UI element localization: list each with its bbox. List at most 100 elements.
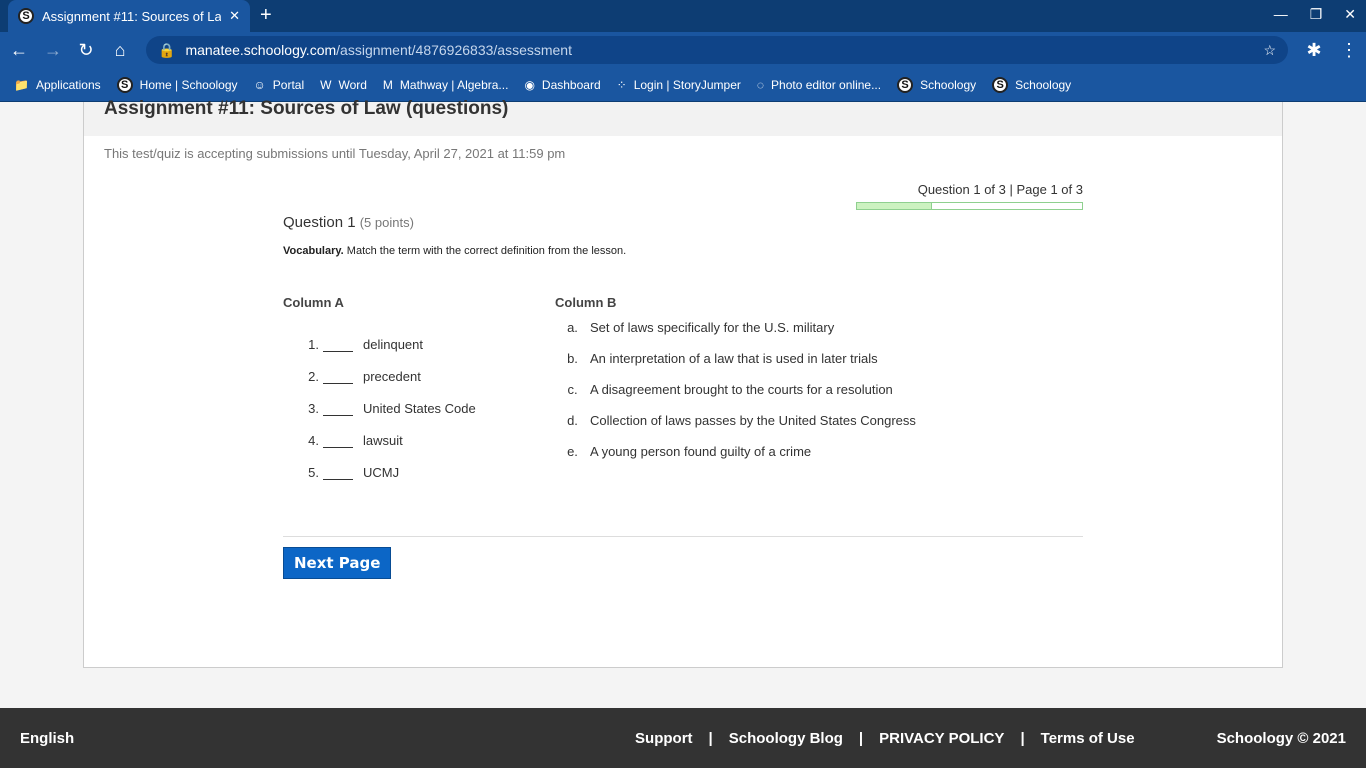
column-b: Column B a. Set of laws specifically for t… <box>555 295 916 480</box>
bookmark-icon: S <box>116 76 133 93</box>
definition-letter: d. <box>567 413 578 428</box>
term-number: 2. <box>308 369 319 384</box>
minimize-icon[interactable]: — <box>1274 6 1288 23</box>
bookmark-icon: 📁 <box>14 77 29 92</box>
term-text: precedent <box>363 369 421 384</box>
term-row: 3. United States Code <box>283 384 555 416</box>
menu-icon[interactable]: ⋮ <box>1340 40 1358 61</box>
close-window-icon[interactable]: ✕ <box>1344 6 1356 23</box>
term-text: United States Code <box>363 401 476 416</box>
definition-text: An interpretation of a law that is used … <box>590 351 878 366</box>
term-text: delinquent <box>363 337 423 352</box>
bookmark-icon: ⁘ <box>616 77 627 92</box>
term-row: 2. precedent <box>283 352 555 384</box>
assignment-card: Assignment #11: Sources of Law (question… <box>83 99 1283 668</box>
bookmark-label: Home | Schoology <box>139 77 238 92</box>
answer-blank[interactable] <box>323 364 353 384</box>
answer-blank[interactable] <box>323 396 353 416</box>
bookmark-label: Schoology <box>920 77 977 92</box>
bookmark-item[interactable]: S Schoology <box>897 76 977 93</box>
definition-letter: a. <box>567 320 578 335</box>
bookmark-label: Login | StoryJumper <box>633 77 741 92</box>
close-tab-icon[interactable]: ✕ <box>229 8 240 24</box>
page-title: Assignment #11: Sources of Law (question… <box>84 99 1282 136</box>
schoology-icon: S <box>18 8 34 24</box>
definition-letter: c. <box>567 382 578 397</box>
term-row: 1. delinquent <box>283 320 555 352</box>
tab-strip: S Assignment #11: Sources of Law (questio… <box>0 0 1366 32</box>
footer-separator: | <box>858 729 864 747</box>
progress-bar <box>856 202 1083 210</box>
forward-icon[interactable]: → <box>44 40 62 61</box>
browser-tab[interactable]: S Assignment #11: Sources of Law (questio… <box>8 0 250 32</box>
definition-text: A disagreement brought to the courts for… <box>590 382 893 397</box>
bookmark-item[interactable]: M Mathway | Algebra... <box>383 78 509 92</box>
term-number: 5. <box>308 465 319 480</box>
bookmark-icon: ◉ <box>524 77 535 92</box>
lock-icon: 🔒 <box>158 41 176 58</box>
restore-icon[interactable]: ❐ <box>1310 6 1323 23</box>
footer-link[interactable]: Schoology Blog <box>729 730 843 747</box>
footer-separator: | <box>708 729 713 747</box>
bookmark-icon: S <box>897 76 914 93</box>
answer-blank[interactable] <box>323 428 353 448</box>
url-domain: manatee.schoology.com <box>185 42 337 58</box>
bookmark-label: Dashboard <box>541 77 601 92</box>
bookmark-item[interactable]: S Schoology <box>992 76 1072 93</box>
bookmark-item[interactable]: ⁘ Login | StoryJumper <box>617 78 741 92</box>
footer-link[interactable]: PRIVACY POLICY <box>879 730 1004 747</box>
definition-text: Set of laws specifically for the U.S. mi… <box>590 320 835 335</box>
bookmark-icon: M <box>382 77 393 92</box>
bookmark-icon: ◌ <box>756 77 765 92</box>
deadline-text: This test/quiz is accepting submissions … <box>104 146 566 161</box>
column-a-header: Column A <box>283 295 344 310</box>
bookmark-icon: S <box>992 76 1009 93</box>
question: Question 1 (5 points) Vocabulary. Match … <box>283 214 1083 480</box>
progress: Question 1 of 3 | Page 1 of 3 <box>856 182 1083 210</box>
next-page-button[interactable]: Next Page <box>283 547 392 579</box>
new-tab-button[interactable]: + <box>260 4 272 27</box>
definition-letter: b. <box>567 351 578 366</box>
term-text: UCMJ <box>363 465 400 480</box>
extensions-icon[interactable]: ✱ <box>1306 40 1322 61</box>
instruction-label: Vocabulary. <box>283 245 344 257</box>
progress-text: Question 1 of 3 | Page 1 of 3 <box>917 182 1083 197</box>
tab-title: Assignment #11: Sources of Law (question… <box>42 8 222 24</box>
answer-blank[interactable] <box>323 460 353 480</box>
definition-text: Collection of laws passes by the United … <box>590 413 916 428</box>
footer-link[interactable]: Support <box>635 730 693 747</box>
copyright: Schoology © 2021 <box>1216 729 1346 747</box>
bookmark-item[interactable]: ☺ Portal <box>254 78 305 92</box>
back-icon[interactable]: ← <box>10 40 28 61</box>
bookmark-label: Portal <box>272 77 305 92</box>
bookmarks-bar: 📁 Applications S Home | Schoology ☺ Portal W Wo… <box>0 68 1366 102</box>
term-text: lawsuit <box>363 433 403 448</box>
term-number: 3. <box>308 401 319 416</box>
definition-row: e. A young person found guilty of a crime <box>555 444 916 475</box>
progress-fill <box>857 203 932 209</box>
bookmark-item[interactable]: ◉ Dashboard <box>524 78 600 92</box>
bookmark-item[interactable]: 📁 Applications <box>14 78 101 92</box>
definition-letter: e. <box>567 444 578 459</box>
bookmark-item[interactable]: S Home | Schoology <box>116 76 238 93</box>
definition-row: b. An interpretation of a law that is use… <box>555 351 916 382</box>
term-number: 4. <box>308 433 319 448</box>
footer-separator: | <box>1020 729 1025 747</box>
bookmark-label: Schoology <box>1015 77 1072 92</box>
language-link[interactable]: English <box>20 730 74 747</box>
star-icon[interactable]: ☆ <box>1263 42 1276 59</box>
footer-link[interactable]: Terms of Use <box>1041 730 1135 747</box>
reload-icon[interactable]: ↻ <box>78 40 94 61</box>
definition-row: d. Collection of laws passes by the Unite… <box>555 413 916 444</box>
term-row: 4. lawsuit <box>283 416 555 448</box>
address-bar[interactable]: 🔒 manatee.schoology.com/assignment/487692… <box>146 36 1288 64</box>
answer-blank[interactable] <box>323 332 353 352</box>
bookmark-item[interactable]: ◌ Photo editor online... <box>757 78 881 92</box>
definition-text: A young person found guilty of a crime <box>590 444 812 459</box>
bookmark-label: Applications <box>35 77 101 92</box>
home-icon[interactable]: ⌂ <box>112 40 128 61</box>
bookmark-label: Mathway | Algebra... <box>399 77 509 92</box>
url-path: /assignment/4876926833/assessment <box>336 42 572 58</box>
bookmark-item[interactable]: W Word <box>320 78 367 92</box>
footer: English Support | Schoology Blog | PRIVACY P… <box>0 708 1366 768</box>
